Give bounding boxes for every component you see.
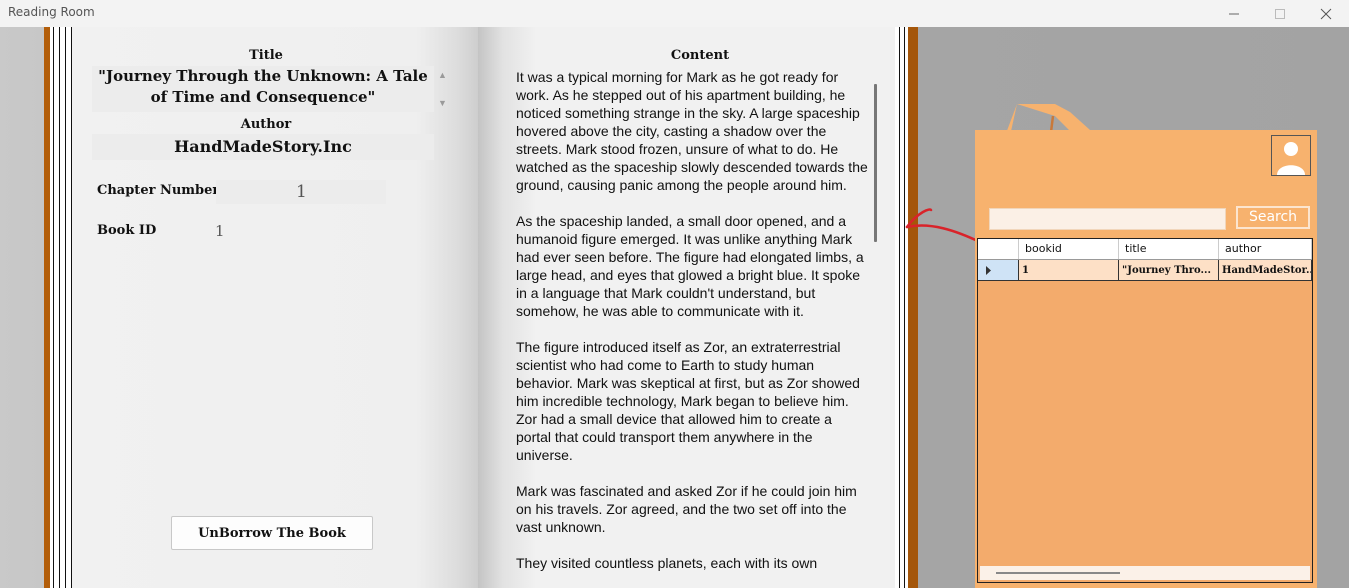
user-icon	[1277, 142, 1305, 175]
maximize-icon	[1275, 9, 1285, 19]
close-icon	[1320, 8, 1332, 20]
book-id-field[interactable]: 1	[212, 220, 384, 242]
table-row[interactable]: 1 "Journey Thro... HandMadeStor...	[978, 260, 1312, 281]
book-grid: bookid title author 1 "Journey Thro... H…	[977, 238, 1313, 583]
content-paragraph: The figure introduced itself as Zor, an …	[516, 339, 860, 463]
title-label: Title	[249, 48, 283, 63]
scroll-down-icon[interactable]: ▼	[438, 98, 447, 108]
content-paragraph: Mark was fascinated and asked Zor if he …	[516, 483, 857, 535]
window-titlebar: Reading Room	[0, 0, 1349, 27]
row-pointer-icon	[986, 266, 991, 275]
chapter-number-field[interactable]: 1	[216, 180, 386, 204]
minimize-button[interactable]	[1211, 0, 1257, 27]
close-button[interactable]	[1303, 0, 1349, 27]
book-id-label: Book ID	[97, 223, 157, 238]
grid-horizontal-scrollbar[interactable]	[980, 566, 1310, 580]
grid-corner	[978, 239, 1019, 259]
column-header-title[interactable]: title	[1119, 239, 1219, 259]
unborrow-button[interactable]: UnBorrow The Book	[171, 516, 373, 550]
content-scrollbar[interactable]	[874, 84, 877, 242]
user-avatar[interactable]	[1271, 135, 1311, 176]
cell-bookid[interactable]: 1	[1019, 260, 1119, 281]
row-selector[interactable]	[978, 260, 1019, 281]
maximize-button[interactable]	[1257, 0, 1303, 27]
cell-title[interactable]: "Journey Thro...	[1119, 260, 1219, 281]
author-label: Author	[240, 117, 292, 132]
content-label: Content	[670, 48, 730, 63]
content-text-area[interactable]: It was a typical morning for Mark as he …	[516, 68, 870, 588]
cell-author[interactable]: HandMadeStor...	[1219, 260, 1312, 281]
column-header-bookid[interactable]: bookid	[1019, 239, 1119, 259]
title-field[interactable]: "Journey Through the Unknown: A Tale of …	[92, 66, 434, 112]
grid-header: bookid title author	[978, 239, 1312, 260]
window-title: Reading Room	[8, 5, 95, 19]
scroll-up-icon[interactable]: ▲	[438, 70, 447, 80]
author-field[interactable]: HandMadeStory.Inc	[92, 134, 434, 160]
content-paragraph: As the spaceship landed, a small door op…	[516, 213, 864, 319]
search-input[interactable]	[989, 208, 1226, 230]
content-paragraph: They visited countless planets, each wit…	[516, 555, 818, 571]
search-button[interactable]: Search	[1236, 206, 1310, 229]
column-header-author[interactable]: author	[1219, 239, 1312, 259]
minimize-icon	[1229, 13, 1239, 15]
scrollbar-thumb[interactable]	[996, 572, 1120, 574]
chapter-number-label: Chapter Number	[97, 183, 220, 198]
content-paragraph: It was a typical morning for Mark as he …	[516, 69, 868, 193]
